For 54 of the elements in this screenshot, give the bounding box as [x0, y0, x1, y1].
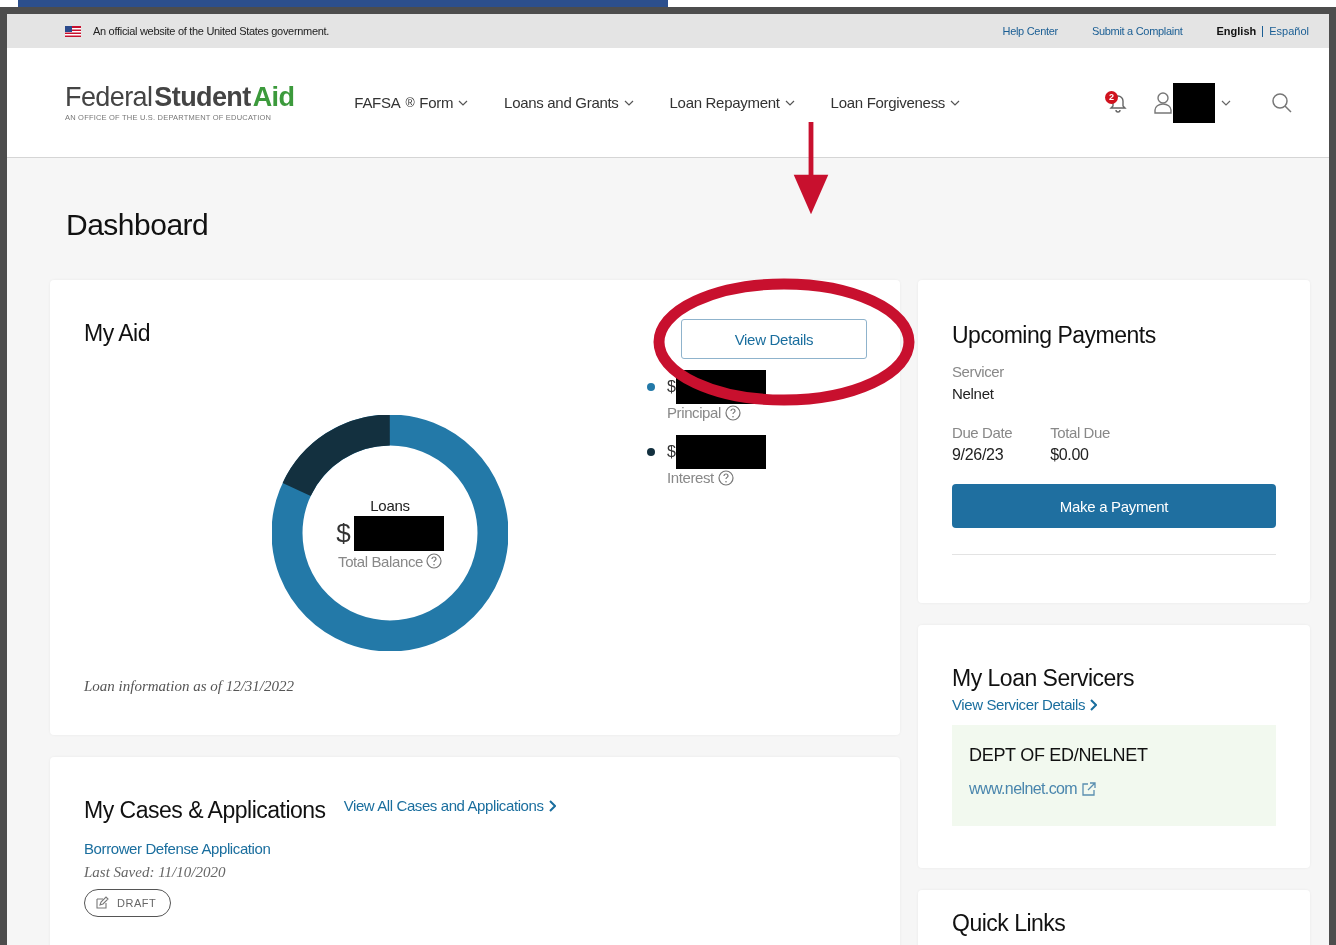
caret-icon[interactable]	[1221, 99, 1231, 106]
edit-icon	[95, 896, 109, 910]
due-date: 9/26/23	[952, 446, 1005, 464]
legend-label: Principal	[667, 404, 721, 421]
chevron-right-icon	[547, 799, 556, 812]
chevron-down-icon	[623, 99, 634, 106]
legend-label: Interest	[667, 469, 714, 486]
field-label: Total Due	[1050, 424, 1110, 441]
loan-info-date: Loan information as of 12/31/2022	[84, 678, 296, 695]
card-title: My Loan Servicers	[952, 665, 1135, 692]
nav-menu-item[interactable]: Loans and Grants	[504, 94, 634, 111]
nav-menu-item[interactable]: Loan Repayment	[669, 94, 795, 111]
make-payment-button[interactable]: Make a Payment	[952, 484, 1276, 528]
help-icon[interactable]	[724, 404, 741, 421]
chevron-down-icon	[950, 99, 961, 106]
utility-link[interactable]: Submit a Complaint	[1091, 25, 1183, 37]
redacted-block	[1173, 82, 1215, 123]
notifications-button[interactable]: 2	[1105, 90, 1131, 115]
nav-menu-item[interactable]: Loan Forgiveness	[830, 94, 961, 111]
search-icon[interactable]	[1271, 91, 1293, 114]
servicer-name: DEPT OF ED/NELNET	[969, 745, 1149, 766]
external-link-icon	[1081, 781, 1098, 797]
user-icon[interactable]	[1153, 90, 1173, 115]
currency-sign: $	[667, 378, 676, 396]
total-due: $0.00	[1050, 446, 1090, 464]
view-details-button[interactable]: View Details	[681, 319, 867, 359]
card-title: My Aid	[84, 320, 151, 347]
page-title: Dashboard	[66, 208, 210, 242]
field-label: Servicer	[952, 363, 1005, 380]
currency-sign: $	[667, 443, 676, 461]
balance-caption: Total Balance	[338, 552, 423, 570]
language-link[interactable]: English	[1216, 25, 1257, 37]
notification-count: 2	[1105, 90, 1118, 104]
servicer-name: Nelnet	[952, 385, 995, 402]
official-website-notice: An official website of the United States government.	[93, 25, 330, 37]
servicer-details-link[interactable]: View Servicer Details	[952, 696, 1098, 713]
chevron-right-icon	[1089, 698, 1098, 711]
chevron-down-icon	[458, 99, 469, 106]
card-title: Upcoming Payments	[952, 322, 1157, 349]
card-title: My Cases & Applications	[84, 797, 326, 824]
application-link[interactable]: Borrower Defense Application	[84, 840, 271, 857]
last-saved-date: Last Saved: 11/10/2020	[84, 864, 227, 881]
view-all-cases-link[interactable]: View All Cases and Applications	[343, 797, 556, 814]
chevron-down-icon	[784, 99, 795, 106]
field-label: Due Date	[952, 424, 1013, 441]
servicer-website-link[interactable]: www.nelnet.com	[969, 780, 1259, 798]
utility-link[interactable]: Help Center	[1002, 25, 1058, 37]
flag-icon	[65, 25, 81, 37]
donut-label: Loans	[370, 496, 410, 514]
help-icon[interactable]	[717, 469, 734, 486]
currency-sign: $	[336, 517, 351, 549]
card-title: Quick Links	[952, 910, 1067, 937]
language-link[interactable]: Español	[1269, 25, 1309, 37]
help-icon[interactable]	[425, 553, 442, 569]
